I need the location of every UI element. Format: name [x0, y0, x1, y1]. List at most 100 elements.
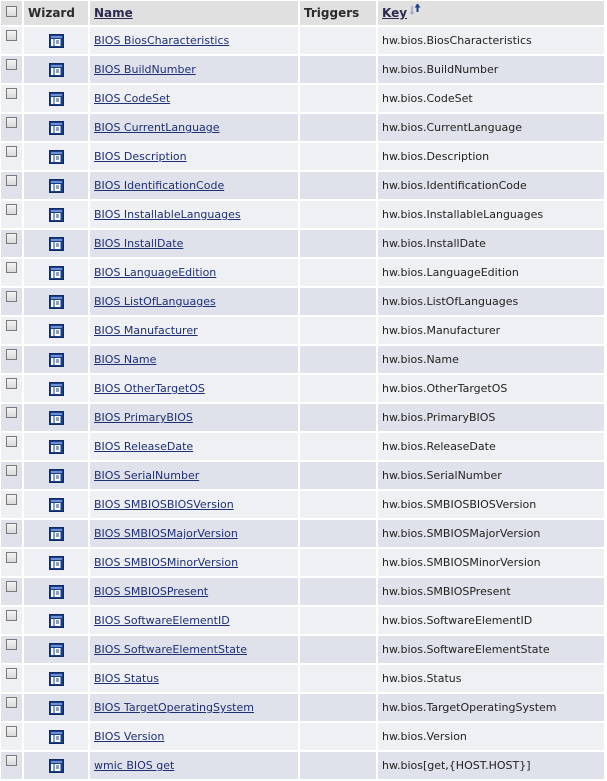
item-name-link[interactable]: BIOS PrimaryBIOS — [94, 411, 193, 424]
triggers-cell — [300, 259, 376, 286]
wizard-icon[interactable] — [48, 584, 64, 599]
wizard-icon[interactable] — [48, 236, 64, 251]
wizard-icon[interactable] — [48, 352, 64, 367]
row-checkbox[interactable] — [6, 726, 17, 737]
name-cell: BIOS OtherTargetOS — [90, 375, 298, 402]
wizard-icon[interactable] — [48, 642, 64, 657]
wizard-cell — [24, 752, 88, 779]
key-cell: hw.bios.LanguageEdition — [378, 259, 604, 286]
item-name-link[interactable]: BIOS BuildNumber — [94, 63, 196, 76]
row-checkbox[interactable] — [6, 378, 17, 389]
row-checkbox[interactable] — [6, 349, 17, 360]
item-name-link[interactable]: BIOS SMBIOSBIOSVersion — [94, 498, 234, 511]
row-checkbox[interactable] — [6, 262, 17, 273]
wizard-icon[interactable] — [48, 758, 64, 773]
wizard-icon[interactable] — [48, 149, 64, 164]
row-checkbox[interactable] — [6, 668, 17, 679]
wizard-icon[interactable] — [48, 120, 64, 135]
triggers-cell — [300, 375, 376, 402]
item-name-link[interactable]: BIOS SerialNumber — [94, 469, 199, 482]
row-checkbox[interactable] — [6, 88, 17, 99]
row-checkbox[interactable] — [6, 175, 17, 186]
wizard-icon[interactable] — [48, 33, 64, 48]
key-cell: hw.bios.ReleaseDate — [378, 433, 604, 460]
wizard-icon[interactable] — [48, 526, 64, 541]
item-name-link[interactable]: BIOS LanguageEdition — [94, 266, 216, 279]
table-row: BIOS Description hw.bios.Description — [1, 143, 604, 170]
name-sort-link[interactable]: Name — [94, 6, 133, 20]
row-checkbox[interactable] — [6, 59, 17, 70]
row-checkbox[interactable] — [6, 494, 17, 505]
wizard-icon[interactable] — [48, 613, 64, 628]
triggers-cell — [300, 578, 376, 605]
wizard-icon[interactable] — [48, 671, 64, 686]
key-cell: hw.bios.Manufacturer — [378, 317, 604, 344]
item-name-link[interactable]: BIOS BiosCharacteristics — [94, 34, 229, 47]
item-name-link[interactable]: BIOS SoftwareElementState — [94, 643, 247, 656]
item-name-link[interactable]: BIOS Status — [94, 672, 159, 685]
row-checkbox[interactable] — [6, 204, 17, 215]
wizard-icon[interactable] — [48, 91, 64, 106]
triggers-cell — [300, 462, 376, 489]
row-checkbox[interactable] — [6, 697, 17, 708]
wizard-icon[interactable] — [48, 178, 64, 193]
row-checkbox[interactable] — [6, 407, 17, 418]
item-name-link[interactable]: BIOS InstallDate — [94, 237, 183, 250]
item-name-link[interactable]: BIOS Version — [94, 730, 164, 743]
item-name-link[interactable]: BIOS Description — [94, 150, 187, 163]
wizard-icon[interactable] — [48, 439, 64, 454]
item-name-link[interactable]: BIOS Manufacturer — [94, 324, 198, 337]
item-name-link[interactable]: BIOS ListOfLanguages — [94, 295, 216, 308]
wizard-icon[interactable] — [48, 729, 64, 744]
table-row: BIOS Manufacturer hw.bios.Manufacturer — [1, 317, 604, 344]
wizard-icon[interactable] — [48, 265, 64, 280]
row-checkbox[interactable] — [6, 30, 17, 41]
item-name-link[interactable]: BIOS IdentificationCode — [94, 179, 224, 192]
key-cell: hw.bios.SoftwareElementState — [378, 636, 604, 663]
row-checkbox[interactable] — [6, 523, 17, 534]
item-name-link[interactable]: BIOS ReleaseDate — [94, 440, 193, 453]
wizard-icon[interactable] — [48, 381, 64, 396]
row-checkbox[interactable] — [6, 436, 17, 447]
wizard-icon[interactable] — [48, 207, 64, 222]
item-name-link[interactable]: BIOS OtherTargetOS — [94, 382, 205, 395]
item-name-link[interactable]: BIOS CurrentLanguage — [94, 121, 220, 134]
item-name-link[interactable]: BIOS SMBIOSMajorVersion — [94, 527, 238, 540]
item-name-link[interactable]: BIOS SoftwareElementID — [94, 614, 230, 627]
wizard-icon[interactable] — [48, 700, 64, 715]
row-select-cell — [1, 665, 22, 692]
wizard-icon[interactable] — [48, 62, 64, 77]
key-sort-link[interactable]: Key — [382, 6, 407, 20]
sort-ascending-icon[interactable] — [410, 3, 422, 18]
triggers-cell — [300, 230, 376, 257]
row-checkbox[interactable] — [6, 465, 17, 476]
row-checkbox[interactable] — [6, 610, 17, 621]
row-checkbox[interactable] — [6, 552, 17, 563]
item-name-link[interactable]: wmic BIOS get — [94, 759, 174, 772]
wizard-icon[interactable] — [48, 468, 64, 483]
row-checkbox[interactable] — [6, 146, 17, 157]
item-name-link[interactable]: BIOS TargetOperatingSystem — [94, 701, 254, 714]
key-column-header[interactable]: Key — [378, 1, 604, 25]
select-all-checkbox[interactable] — [6, 6, 17, 17]
item-name-link[interactable]: BIOS InstallableLanguages — [94, 208, 241, 221]
wizard-icon[interactable] — [48, 294, 64, 309]
row-checkbox[interactable] — [6, 755, 17, 766]
item-name-link[interactable]: BIOS CodeSet — [94, 92, 170, 105]
wizard-icon[interactable] — [48, 555, 64, 570]
row-checkbox[interactable] — [6, 581, 17, 592]
row-checkbox[interactable] — [6, 117, 17, 128]
item-name-link[interactable]: BIOS SMBIOSPresent — [94, 585, 208, 598]
row-checkbox[interactable] — [6, 291, 17, 302]
wizard-icon[interactable] — [48, 410, 64, 425]
row-checkbox[interactable] — [6, 233, 17, 244]
name-column-header[interactable]: Name — [90, 1, 298, 25]
row-checkbox[interactable] — [6, 639, 17, 650]
row-checkbox[interactable] — [6, 320, 17, 331]
table-row: BIOS ReleaseDate hw.bios.ReleaseDate — [1, 433, 604, 460]
wizard-icon[interactable] — [48, 497, 64, 512]
row-select-cell — [1, 433, 22, 460]
item-name-link[interactable]: BIOS SMBIOSMinorVersion — [94, 556, 238, 569]
wizard-icon[interactable] — [48, 323, 64, 338]
item-name-link[interactable]: BIOS Name — [94, 353, 156, 366]
